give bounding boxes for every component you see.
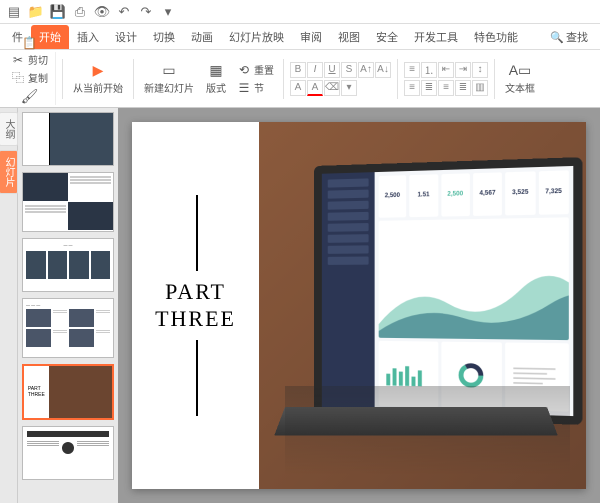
- layout-icon: ▦: [208, 63, 224, 79]
- from-current-button[interactable]: ▶ 从当前开始: [69, 61, 127, 97]
- more-font-icon[interactable]: ▾: [341, 80, 357, 96]
- layout-button[interactable]: ▦ 版式: [202, 61, 230, 97]
- tab-animation[interactable]: 动画: [183, 25, 221, 49]
- tab-view[interactable]: 视图: [330, 25, 368, 49]
- thumbnail-slide[interactable]: — — —: [22, 298, 114, 358]
- scissors-icon: ✂: [11, 53, 25, 67]
- indent-left-button[interactable]: ⇤: [438, 62, 454, 78]
- align-left-button[interactable]: ≡: [404, 80, 420, 96]
- font-color-button[interactable]: A: [307, 80, 323, 96]
- align-right-button[interactable]: ≡: [438, 80, 454, 96]
- save-icon[interactable]: 💾: [48, 2, 68, 22]
- laptop-image: 2,500 1.51 2,500 4,567 3,525 7,325: [285, 166, 569, 460]
- outline-view-tab[interactable]: 大纲: [0, 112, 18, 146]
- tab-insert[interactable]: 插入: [69, 25, 107, 49]
- section-icon: ☰: [237, 81, 251, 95]
- separator: [283, 59, 284, 99]
- ribbon: 📋 ✂ 剪切 ⿻ 复制 🖌 格式刷 ▶ 从当前开始 ▭ 新建幻灯片 ▦ 版式: [0, 50, 600, 108]
- separator: [133, 59, 134, 99]
- reset-icon: ⟲: [237, 63, 251, 77]
- quick-access-toolbar: ▤ 📁 💾 ⎙ 👁 ↶ ↷ ▾: [0, 0, 600, 24]
- underline-button[interactable]: U: [324, 62, 340, 78]
- clipboard-group: 📋 ✂ 剪切 ⿻ 复制 🖌 格式刷: [4, 52, 56, 105]
- copy-button[interactable]: ⿻ 复制: [8, 69, 51, 86]
- search-button[interactable]: 🔍 查找: [542, 25, 596, 49]
- tab-devtools[interactable]: 开发工具: [406, 25, 466, 49]
- columns-button[interactable]: ▥: [472, 80, 488, 96]
- dropdown-icon[interactable]: ▾: [158, 2, 178, 22]
- tab-design[interactable]: 设计: [107, 25, 145, 49]
- thumbnail-slide[interactable]: [22, 426, 114, 480]
- separator: [494, 59, 495, 99]
- slide-title[interactable]: PART THREE: [155, 271, 236, 340]
- current-slide[interactable]: PART THREE 2,500: [132, 122, 586, 489]
- file-menu-icon[interactable]: ▤: [4, 2, 24, 22]
- thumbnail-slide-selected[interactable]: PARTTHREE: [22, 364, 114, 420]
- slide-image-section: 2,500 1.51 2,500 4,567 3,525 7,325: [259, 122, 586, 489]
- slide-canvas-area[interactable]: PART THREE 2,500: [118, 108, 600, 503]
- dashboard-area-chart: [378, 217, 568, 341]
- line-spacing-button[interactable]: ↕: [472, 62, 488, 78]
- laptop-screen: 2,500 1.51 2,500 4,567 3,525 7,325: [314, 157, 582, 424]
- cut-button[interactable]: ✂ 剪切: [8, 51, 51, 68]
- new-slide-icon: ▭: [161, 63, 177, 79]
- bold-button[interactable]: B: [290, 62, 306, 78]
- font-size-down-button[interactable]: A↓: [375, 62, 391, 78]
- strike-button[interactable]: S: [341, 62, 357, 78]
- font-size-up-button[interactable]: A↑: [358, 62, 374, 78]
- tab-transition[interactable]: 切换: [145, 25, 183, 49]
- numbering-button[interactable]: ⒈: [421, 62, 437, 78]
- tab-review[interactable]: 审阅: [292, 25, 330, 49]
- separator: [62, 59, 63, 99]
- textbox-icon: A▭: [512, 63, 528, 79]
- paragraph-group: ≡ ⒈ ⇤ ⇥ ↕ ≡ ≣ ≡ ≣ ▥: [404, 62, 488, 96]
- highlight-button[interactable]: A: [290, 80, 306, 96]
- slide-thumbnails-panel[interactable]: — — — — — PARTTHREE: [18, 108, 118, 503]
- thumbnail-slide[interactable]: — —: [22, 238, 114, 292]
- undo-icon[interactable]: ↶: [114, 2, 134, 22]
- redo-icon[interactable]: ↷: [136, 2, 156, 22]
- ribbon-tabs: 件 开始 插入 设计 切换 动画 幻灯片放映 审阅 视图 安全 开发工具 特色功…: [0, 24, 600, 50]
- stat-card: 1.51: [409, 174, 437, 216]
- search-icon: 🔍: [550, 31, 564, 44]
- tab-security[interactable]: 安全: [368, 25, 406, 49]
- paste-button[interactable]: 📋: [20, 35, 40, 51]
- thumbnail-slide[interactable]: [22, 112, 114, 166]
- open-icon[interactable]: 📁: [26, 2, 46, 22]
- slide-title-section: PART THREE: [132, 122, 259, 489]
- section-button[interactable]: ☰ 节: [234, 79, 277, 96]
- view-tabs-panel: 大纲 幻灯片: [0, 108, 18, 503]
- reflection: [285, 386, 569, 474]
- justify-button[interactable]: ≣: [455, 80, 471, 96]
- align-center-button[interactable]: ≣: [421, 80, 437, 96]
- new-slide-button[interactable]: ▭ 新建幻灯片: [140, 61, 198, 97]
- tab-special[interactable]: 特色功能: [466, 25, 526, 49]
- stat-card: 4,567: [473, 172, 502, 215]
- dashboard-stats-row: 2,500 1.51 2,500 4,567 3,525 7,325: [378, 170, 568, 217]
- dashboard-main: 2,500 1.51 2,500 4,567 3,525 7,325: [374, 166, 573, 416]
- reset-button[interactable]: ⟲ 重置: [234, 61, 277, 78]
- font-group: B I U S A↑ A↓ A A ⌫ ▾: [290, 62, 391, 96]
- stat-card: 2,500: [378, 175, 406, 217]
- stat-card: 3,525: [505, 171, 535, 215]
- preview-icon[interactable]: 👁: [92, 2, 112, 22]
- brush-icon: 🖌: [22, 88, 38, 104]
- italic-button[interactable]: I: [307, 62, 323, 78]
- copy-icon: ⿻: [11, 71, 25, 85]
- textbox-button[interactable]: A▭ 文本框: [501, 61, 539, 97]
- play-icon: ▶: [90, 63, 106, 79]
- print-icon[interactable]: ⎙: [70, 2, 90, 22]
- clear-format-button[interactable]: ⌫: [324, 80, 340, 96]
- paste-icon: 📋: [23, 36, 37, 50]
- stat-card: 7,325: [538, 170, 568, 214]
- indent-right-button[interactable]: ⇥: [455, 62, 471, 78]
- bullets-button[interactable]: ≡: [404, 62, 420, 78]
- workspace: 大纲 幻灯片 — — — — — PA: [0, 108, 600, 503]
- separator: [397, 59, 398, 99]
- thumbnail-slide[interactable]: [22, 172, 114, 232]
- dashboard-sidebar: [322, 172, 375, 409]
- slides-view-tab[interactable]: 幻灯片: [0, 150, 18, 194]
- stat-card: 2,500: [441, 173, 470, 216]
- tab-slideshow[interactable]: 幻灯片放映: [221, 25, 292, 49]
